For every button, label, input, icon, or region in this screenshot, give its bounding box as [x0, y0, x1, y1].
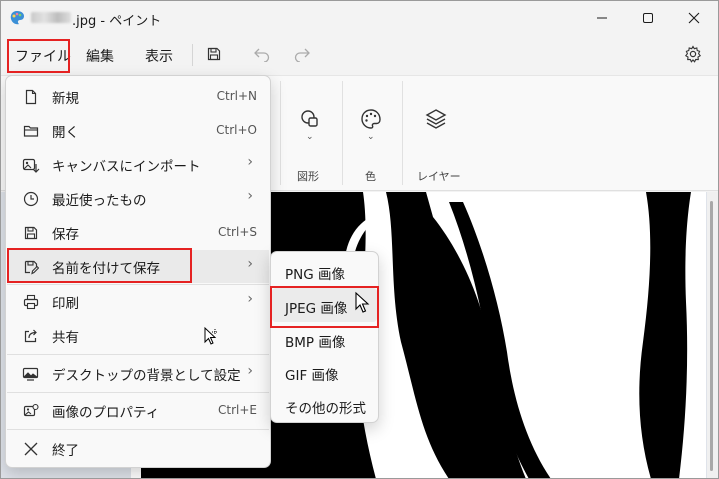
layers-button[interactable]	[422, 105, 450, 133]
ribbon-separator	[280, 81, 281, 185]
chevron-right-icon: ›	[247, 256, 253, 272]
menu-item-open[interactable]: 開く Ctrl+O	[7, 114, 269, 147]
menu-item-shortcut: Ctrl+N	[216, 89, 257, 103]
menu-item-label: キャンバスにインポート	[52, 159, 201, 175]
undo-icon	[254, 48, 270, 62]
move-pointer-icon	[203, 326, 221, 352]
close-window-button[interactable]	[671, 1, 717, 35]
menu-item-set-desktop-background[interactable]: デスクトップの背景として設定 ›	[7, 357, 269, 390]
menu-bar: ファイル 編集 表示	[1, 37, 718, 75]
chevron-right-icon: ›	[247, 188, 253, 204]
redo-button[interactable]	[291, 43, 313, 65]
scrollbar-thumb[interactable]	[710, 201, 713, 471]
chevron-right-icon: ›	[247, 291, 253, 307]
close-icon	[22, 440, 40, 458]
desktop-background-icon	[22, 365, 40, 383]
menu-item-shortcut: Ctrl+O	[216, 123, 257, 137]
submenu-item-label: PNG 画像	[285, 267, 345, 283]
folder-icon	[22, 122, 40, 140]
menu-item-recent[interactable]: 最近使ったもの ›	[7, 182, 269, 215]
highlight-save-as	[7, 248, 192, 283]
colors-button[interactable]	[357, 105, 385, 133]
toolbar-separator	[192, 44, 193, 66]
submenu-item-label: その他の形式	[285, 401, 366, 417]
save-as-submenu: PNG 画像 JPEG 画像 BMP 画像 GIF 画像 その他の形式	[270, 251, 379, 423]
colors-label: 色	[365, 170, 376, 183]
menu-item-label: 保存	[52, 227, 79, 243]
menu-view[interactable]: 表示	[145, 46, 173, 68]
shapes-icon	[301, 110, 318, 127]
menu-item-exit[interactable]: 終了	[7, 432, 269, 465]
menu-divider	[7, 429, 269, 430]
menu-item-label: 最近使ったもの	[52, 193, 147, 209]
save-icon	[22, 224, 40, 242]
menu-item-print[interactable]: 印刷 ›	[7, 285, 269, 318]
blurred-filename	[31, 12, 71, 23]
undo-button[interactable]	[251, 43, 273, 65]
quick-save-button[interactable]	[203, 43, 225, 65]
submenu-item-png[interactable]: PNG 画像	[272, 254, 377, 288]
title-bar: .jpg - ペイント	[1, 1, 718, 35]
layers-icon	[425, 109, 447, 129]
paint-window: .jpg - ペイント ファイル 編集 表示 ⌄ 図形 ⌄ 色 レイヤー 新規 …	[0, 0, 719, 479]
maximize-icon	[643, 13, 653, 23]
chevron-right-icon: ›	[247, 363, 253, 379]
chevron-down-icon[interactable]: ⌄	[306, 132, 314, 142]
menu-item-share[interactable]: 共有	[7, 319, 269, 352]
mouse-pointer-icon	[354, 291, 370, 319]
menu-item-import-to-canvas[interactable]: キャンバスにインポート ›	[7, 148, 269, 181]
menu-item-label: 開く	[52, 125, 79, 141]
window-title: .jpg - ペイント	[72, 14, 162, 29]
clock-icon	[22, 190, 40, 208]
submenu-item-label: GIF 画像	[285, 368, 339, 384]
palette-icon	[361, 109, 381, 129]
minimize-button[interactable]	[579, 1, 625, 35]
menu-divider	[7, 392, 269, 393]
image-properties-icon	[22, 402, 40, 420]
menu-divider	[7, 354, 269, 355]
menu-item-shortcut: Ctrl+S	[217, 225, 257, 239]
menu-item-label: 新規	[52, 91, 79, 107]
submenu-item-label: BMP 画像	[285, 335, 346, 351]
new-file-icon	[22, 88, 40, 106]
save-icon	[207, 47, 221, 61]
chevron-down-icon[interactable]: ⌄	[367, 132, 375, 142]
menu-item-image-properties[interactable]: 画像のプロパティ Ctrl+E	[7, 394, 269, 427]
shapes-button[interactable]	[296, 105, 324, 133]
maximize-button[interactable]	[625, 1, 671, 35]
import-icon	[22, 156, 40, 174]
redo-icon	[294, 48, 310, 62]
ribbon-separator	[402, 81, 403, 185]
gear-icon	[684, 45, 702, 63]
submenu-item-gif[interactable]: GIF 画像	[272, 355, 377, 389]
menu-item-new[interactable]: 新規 Ctrl+N	[7, 80, 269, 113]
share-icon	[22, 327, 40, 345]
menu-item-label: 印刷	[52, 296, 79, 312]
menu-item-label: デスクトップの背景として設定	[52, 368, 241, 384]
close-window-icon	[688, 12, 700, 24]
ribbon-separator	[342, 81, 343, 185]
chevron-right-icon: ›	[247, 154, 253, 170]
menu-item-shortcut: Ctrl+E	[218, 403, 257, 417]
minimize-icon	[597, 17, 607, 19]
menu-item-label: 終了	[52, 443, 79, 459]
paint-app-icon	[9, 10, 25, 26]
menu-edit[interactable]: 編集	[86, 46, 114, 68]
printer-icon	[22, 293, 40, 311]
layers-label: レイヤー	[417, 170, 461, 183]
shapes-label: 図形	[297, 170, 319, 183]
menu-item-save[interactable]: 保存 Ctrl+S	[7, 216, 269, 249]
submenu-item-other-formats[interactable]: その他の形式	[272, 388, 377, 422]
settings-button[interactable]	[682, 43, 704, 65]
menu-item-label: 画像のプロパティ	[52, 405, 160, 421]
menu-item-label: 共有	[52, 330, 79, 346]
highlight-file-menu	[7, 39, 70, 73]
